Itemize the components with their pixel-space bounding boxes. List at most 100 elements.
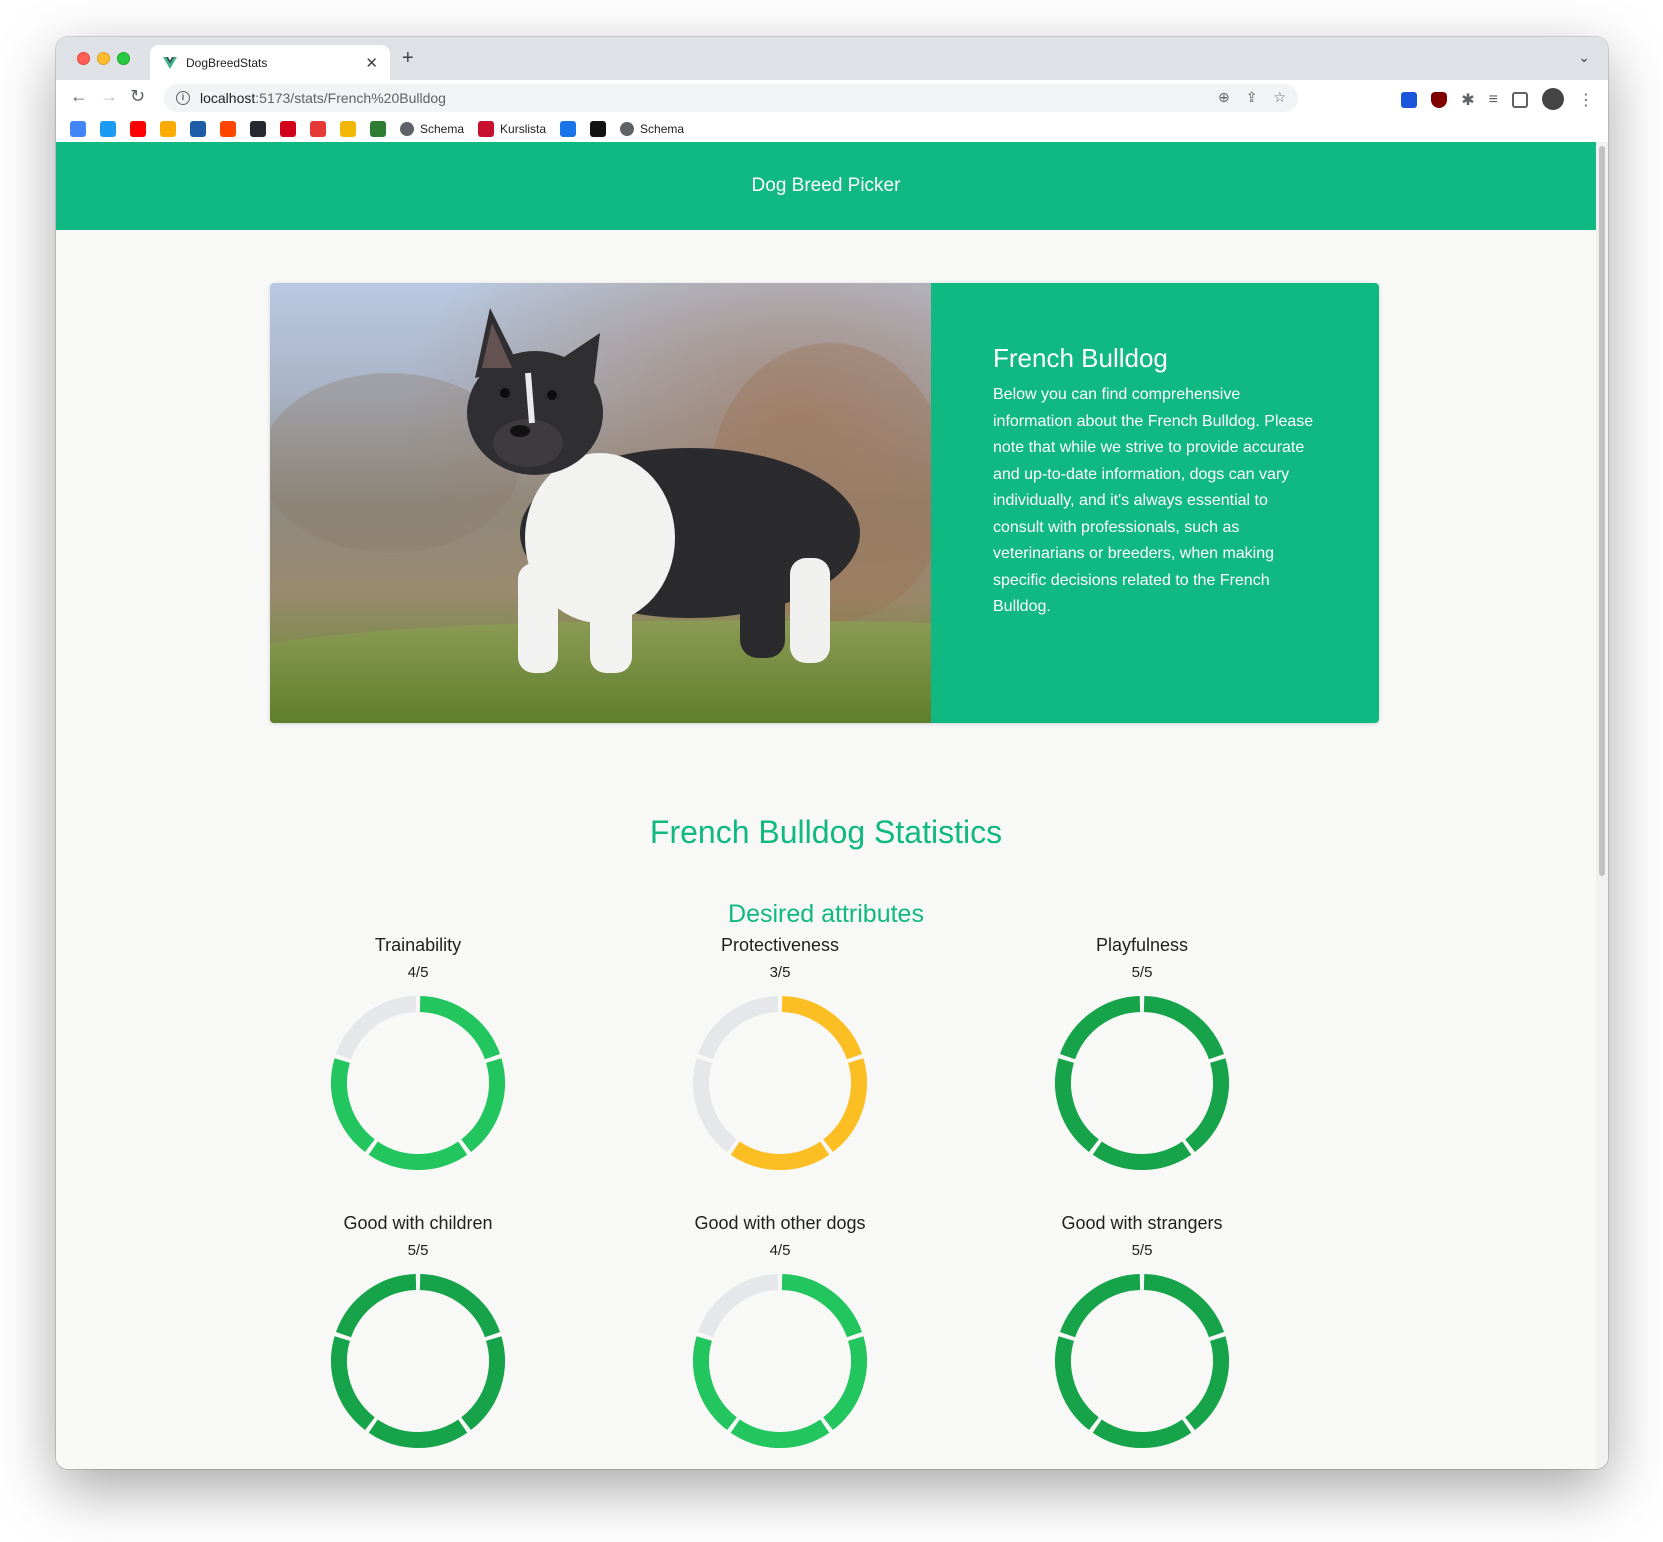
reload-icon[interactable]: ↻ [130, 86, 145, 107]
donut-segment-empty [693, 1058, 737, 1153]
side-panel-icon[interactable] [1512, 92, 1528, 108]
bookmark-kurslista[interactable]: Kurslista [478, 121, 546, 137]
stat-donut-chart [331, 1274, 505, 1448]
ublock-extension-icon[interactable] [1431, 92, 1448, 108]
profile-avatar[interactable] [1542, 87, 1564, 110]
minimize-window-button[interactable] [97, 52, 110, 65]
scrollbar-thumb[interactable] [1599, 146, 1605, 876]
stat-good-with-strangers: Good with strangers 5/5 [992, 1213, 1292, 1449]
donut-segment-filled [693, 1336, 737, 1431]
stat-good-with-children: Good with children 5/5 [268, 1213, 568, 1449]
tab-title: DogBreedStats [186, 55, 268, 70]
vue-logo-icon [163, 56, 177, 69]
reddit-icon[interactable] [220, 121, 236, 137]
stat-label: Good with children [343, 1213, 493, 1233]
donut-segment-filled [368, 1141, 468, 1170]
page-viewport: Dog Breed Picker French Bulldog Below yo… [56, 142, 1596, 1469]
french-bulldog-illustration [270, 283, 931, 723]
kth-icon [478, 121, 495, 137]
url-host: localhost [200, 90, 256, 106]
donut-segment-filled [335, 1274, 417, 1338]
donut-segment-filled [419, 996, 501, 1060]
youtube-icon[interactable] [130, 121, 146, 137]
site-info-icon[interactable]: i [176, 91, 190, 105]
blue-square-icon[interactable] [190, 121, 206, 137]
maximize-window-button[interactable] [117, 52, 130, 65]
new-tab-button[interactable]: + [402, 47, 414, 70]
address-bar[interactable]: i localhost:5173/stats/French%20Bulldog … [164, 84, 1298, 112]
ghost-icon[interactable] [590, 121, 607, 137]
stat-label: Protectiveness [720, 935, 840, 955]
donut-segment-empty [697, 1274, 779, 1338]
bookmarks-bar: Schema Kurslista Schema [56, 116, 1608, 142]
bookmark-schema[interactable]: Schema [620, 122, 684, 136]
green-l-icon[interactable] [370, 121, 386, 137]
zoom-icon[interactable]: ⊕ [1218, 89, 1230, 106]
page-scrollbar[interactable] [1596, 142, 1608, 1469]
bookmark-schema[interactable]: Schema [400, 122, 464, 136]
browser-toolbar: ← → ↻ i localhost:5173/stats/French%20Bu… [56, 80, 1608, 116]
bookmark-star-icon[interactable]: ☆ [1273, 89, 1286, 106]
breed-description: Below you can find comprehensive informa… [993, 386, 1314, 615]
close-window-button[interactable] [77, 52, 90, 65]
stat-donut-chart [693, 996, 867, 1170]
app-title: Dog Breed Picker [751, 175, 901, 196]
bee-icon[interactable] [340, 121, 356, 137]
diamond-icon[interactable] [560, 121, 577, 137]
extensions-puzzle-icon[interactable]: ✱ [1461, 90, 1474, 110]
red-triangle-icon[interactable] [280, 121, 296, 137]
desired-attributes-title: Desired attributes [728, 900, 924, 928]
stat-score: 5/5 [1131, 964, 1153, 981]
breed-name: French Bulldog [993, 343, 1168, 373]
stat-score: 5/5 [407, 1242, 429, 1259]
breed-card: French Bulldog Below you can find compre… [270, 283, 1379, 723]
twitter-icon[interactable] [100, 121, 116, 137]
donut-segment-filled [1143, 1274, 1225, 1338]
donut-segment-filled [1055, 1058, 1099, 1153]
donut-segment-filled [781, 1274, 863, 1338]
share-icon[interactable]: ⇪ [1246, 89, 1258, 106]
analytics-icon[interactable] [160, 121, 176, 137]
forward-arrow-icon[interactable]: → [100, 86, 118, 107]
donut-segment-empty [335, 996, 417, 1060]
donut-segment-filled [1092, 1419, 1192, 1448]
globe-icon [620, 122, 635, 136]
ring-icon[interactable] [310, 121, 326, 137]
stat-good-with-other-dogs: Good with other dogs 4/5 [630, 1213, 930, 1449]
tab-strip: DogBreedStats ✕ + ⌄ [56, 37, 1608, 80]
url-path: :5173/stats/French%20Bulldog [255, 90, 446, 106]
close-tab-icon[interactable]: ✕ [365, 54, 378, 72]
back-arrow-icon[interactable]: ← [70, 86, 88, 107]
bitwarden-extension-icon[interactable] [1401, 92, 1418, 108]
bookmark-label: Kurslista [500, 122, 547, 136]
stat-label: Good with strangers [1061, 1213, 1223, 1233]
donut-segment-filled [823, 1336, 867, 1431]
stat-label: Playfulness [1095, 935, 1189, 955]
tab-search-chevron-icon[interactable]: ⌄ [1578, 49, 1590, 66]
donut-segment-filled [1059, 996, 1141, 1060]
breed-photo [270, 283, 931, 723]
browser-tab[interactable]: DogBreedStats ✕ [150, 45, 390, 80]
stats-title: French Bulldog Statistics [649, 814, 1003, 850]
browser-window: DogBreedStats ✕ + ⌄ ← → ↻ i localhost:51… [56, 37, 1608, 1469]
bookmark-label: Schema [640, 122, 685, 136]
app-header: Dog Breed Picker [56, 142, 1596, 230]
stat-label: Good with other dogs [694, 1213, 866, 1233]
stat-label: Trainability [374, 935, 462, 955]
bookmark-label: Schema [420, 122, 465, 136]
google-icon[interactable] [70, 121, 86, 137]
donut-segment-filled [331, 1058, 375, 1153]
globe-icon [400, 122, 414, 136]
donut-segment-filled [823, 1058, 867, 1153]
stat-donut-chart [1055, 1274, 1229, 1448]
stat-score: 3/5 [769, 964, 791, 981]
stat-donut-chart [331, 996, 505, 1170]
donut-segment-filled [331, 1336, 375, 1431]
donut-segment-filled [419, 1274, 501, 1338]
stat-trainability: Trainability 4/5 [268, 935, 568, 1171]
stat-playfulness: Playfulness 5/5 [992, 935, 1292, 1171]
browser-menu-icon[interactable]: ⋮ [1578, 90, 1594, 110]
reading-list-icon[interactable]: ≡ [1489, 91, 1498, 109]
github-icon[interactable] [250, 121, 266, 137]
donut-segment-filled [368, 1419, 468, 1448]
